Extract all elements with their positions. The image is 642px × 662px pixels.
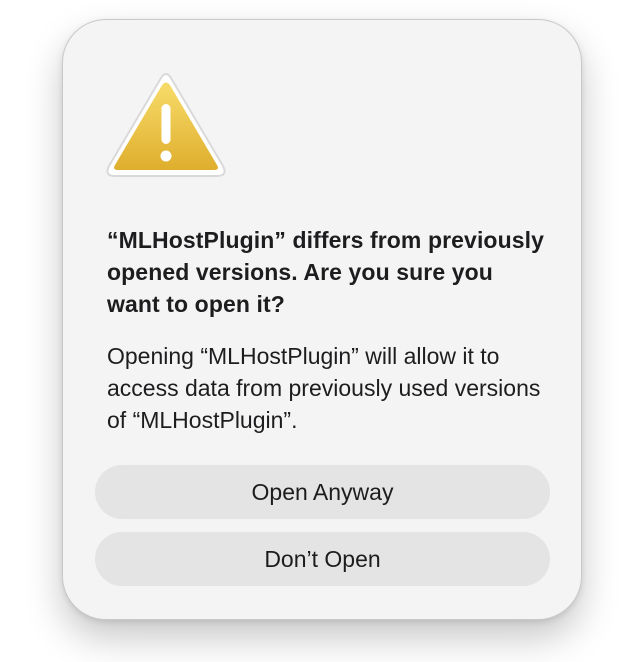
dont-open-button[interactable]: Don’t Open: [95, 532, 550, 586]
open-anyway-button[interactable]: Open Anyway: [95, 465, 550, 519]
alert-dialog: “MLHostPlugin” differs from previously o…: [62, 19, 582, 620]
warning-icon: [106, 73, 226, 177]
dialog-message: Opening “MLHostPlugin” will allow it to …: [107, 343, 541, 433]
dialog-title: “MLHostPlugin” differs from previously o…: [107, 227, 545, 317]
screen-backdrop: “MLHostPlugin” differs from previously o…: [0, 0, 642, 662]
